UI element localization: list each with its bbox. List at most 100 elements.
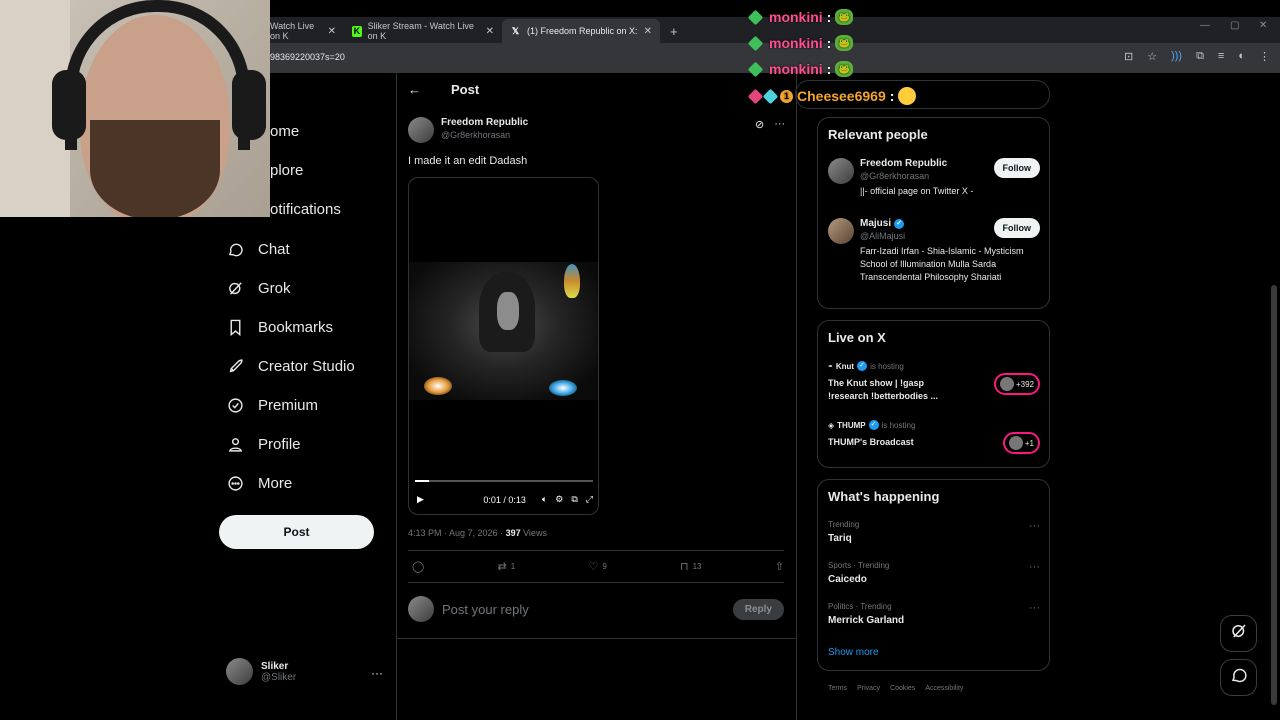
- footer-link[interactable]: Terms: [828, 685, 847, 692]
- progress-fill: [415, 480, 429, 482]
- verified-icon: ✓: [857, 361, 868, 371]
- nav-bookmarks[interactable]: Bookmarks: [226, 318, 333, 336]
- person-name: Freedom Republic: [860, 158, 948, 169]
- person-bio: Farr-Izadi Irfan - Shia-Islamic - Mystic…: [860, 246, 1024, 282]
- nav-notifications[interactable]: otifications: [270, 201, 341, 218]
- more-dots-icon[interactable]: ···: [371, 666, 383, 680]
- post-author[interactable]: Freedom Republic @Gr8erkhorasan: [408, 117, 528, 143]
- page-title: Post: [451, 82, 480, 97]
- host-name: Knut: [835, 361, 855, 371]
- person-row[interactable]: Majusi ✓ @AliMajusi Farr-Izadi Irfan - Sh…: [828, 218, 1040, 284]
- avatar: [999, 377, 1014, 391]
- star-icon[interactable]: ☆: [1147, 50, 1157, 63]
- gem-badge-icon: [747, 61, 764, 77]
- close-window-icon[interactable]: ✕: [1259, 20, 1267, 31]
- browser-tab-x[interactable]: 𝕏 (1) Freedom Republic on X: "@A ✕: [502, 19, 660, 43]
- nav-explore[interactable]: plore: [270, 162, 303, 179]
- account-switcher[interactable]: Sliker @Sliker: [226, 658, 296, 685]
- extension-audio-icon[interactable]: ))): [1171, 50, 1182, 63]
- play-icon[interactable]: ▶: [417, 494, 424, 505]
- author-name[interactable]: Freedom Republic: [441, 117, 528, 128]
- trend-item[interactable]: Trending Tariq ···: [828, 520, 1040, 544]
- install-icon[interactable]: ⊡: [1124, 50, 1133, 63]
- like-count: 9: [602, 562, 607, 571]
- nav-grok[interactable]: Grok: [226, 279, 291, 297]
- volume-icon[interactable]: 🔈︎: [542, 494, 547, 505]
- new-tab-button[interactable]: +: [662, 19, 686, 43]
- listener-count-pill: +1: [1002, 432, 1040, 454]
- chat-message: monkini : 🐸: [747, 61, 854, 77]
- back-arrow-icon[interactable]: ←: [408, 82, 421, 97]
- reply-icon: ◯: [412, 561, 425, 573]
- chat-username: monkini: [769, 9, 823, 25]
- close-icon[interactable]: ✕: [644, 26, 652, 37]
- video-progress-bar[interactable]: [415, 480, 593, 482]
- scrollbar[interactable]: [1271, 285, 1277, 705]
- footer-link[interactable]: Privacy: [857, 685, 880, 692]
- grok-fab[interactable]: [1220, 615, 1257, 652]
- more-dots-icon[interactable]: ···: [774, 118, 785, 131]
- sub-badge: 1: [780, 89, 793, 103]
- fullscreen-icon[interactable]: ⤢: [586, 494, 593, 505]
- nav-profile[interactable]: Profile: [226, 435, 301, 453]
- toolbar-icons: ⊡ ☆ ))) ⧉ ≡ ◐ ⋮: [1124, 50, 1270, 63]
- live-item[interactable]: ◈ THUMP ✓ is hosting THUMP's Broadcast +1: [828, 420, 1040, 454]
- minimize-icon[interactable]: —: [1200, 20, 1210, 31]
- grok-icon[interactable]: ⊘: [755, 118, 764, 131]
- trend-topic: Caicedo: [828, 574, 867, 585]
- avatar: [226, 658, 253, 685]
- author-handle[interactable]: @Gr8erkhorasan: [441, 130, 528, 140]
- puzzle-icon[interactable]: ⧉: [1196, 50, 1204, 63]
- post-timestamp[interactable]: 4:13 PM · Aug 7, 2026 ·: [408, 528, 506, 538]
- pip-icon[interactable]: ⧉: [571, 494, 577, 505]
- webcam-overlay: [0, 0, 270, 217]
- reply-button[interactable]: Reply: [732, 598, 784, 620]
- card-title: Live on X: [828, 330, 886, 345]
- nav-premium[interactable]: Premium: [226, 396, 318, 414]
- repost-action[interactable]: ⇄ 1: [498, 560, 516, 573]
- more-circle-icon: [226, 474, 244, 492]
- more-dots-icon[interactable]: ···: [1029, 561, 1040, 573]
- close-icon[interactable]: ✕: [328, 26, 336, 37]
- browser-tab-kick-1[interactable]: Watch Live on K ✕: [262, 19, 344, 43]
- nav-creator-studio[interactable]: Creator Studio: [226, 357, 355, 375]
- nav-label: More: [258, 474, 293, 492]
- follow-button[interactable]: Follow: [993, 218, 1040, 238]
- nav-label: plore: [270, 162, 304, 179]
- reading-list-icon[interactable]: ≡: [1218, 50, 1224, 63]
- share-action[interactable]: ⇧: [775, 560, 784, 573]
- hosting-label: is hosting: [881, 420, 916, 430]
- messages-fab[interactable]: [1220, 659, 1257, 696]
- nav-home[interactable]: ome: [270, 123, 299, 140]
- person-row[interactable]: Freedom Republic @Gr8erkhorasan ||- offi…: [828, 158, 1040, 198]
- more-dots-icon[interactable]: ···: [1029, 602, 1040, 614]
- more-dots-icon[interactable]: ···: [1029, 520, 1040, 532]
- bookmark-action[interactable]: ⊓ 13: [680, 560, 702, 573]
- plus-icon: +: [670, 23, 678, 39]
- nav-more[interactable]: More: [226, 474, 292, 492]
- live-item[interactable]: ◓ Knut ✓ is hosting The Knut show | !gasp !…: [828, 361, 1040, 403]
- video-player[interactable]: ▶ 0:01 / 0:13 🔈︎ ⚙︎ ⧉ ⤢: [408, 177, 599, 515]
- reply-input[interactable]: [442, 601, 725, 617]
- profile-icon[interactable]: ◐: [1238, 50, 1245, 63]
- maximize-icon[interactable]: ▢: [1230, 20, 1239, 31]
- post-button[interactable]: Post: [219, 515, 374, 549]
- verified-icon: ✓: [894, 218, 905, 229]
- like-action[interactable]: ♡ 9: [588, 560, 606, 573]
- trend-item[interactable]: Politics · Trending Merrick Garland ···: [828, 602, 1040, 626]
- footer-link[interactable]: Cookies: [890, 685, 915, 692]
- browser-tab-kick-2[interactable]: K Sliker Stream - Watch Live on K ✕: [344, 19, 502, 43]
- follow-button[interactable]: Follow: [993, 158, 1040, 178]
- show-more-link[interactable]: Show more: [828, 647, 879, 658]
- chat-separator: :: [826, 35, 832, 51]
- settings-icon[interactable]: ⚙︎: [555, 494, 563, 505]
- footer-link[interactable]: Accessibility: [925, 685, 963, 692]
- url-field[interactable]: 98369220037s=20: [270, 52, 345, 62]
- menu-dots-icon[interactable]: ⋮: [1259, 50, 1270, 63]
- nav-chat[interactable]: Chat: [226, 240, 290, 258]
- listener-count: +392: [1015, 379, 1034, 389]
- reply-action[interactable]: ◯: [412, 560, 424, 573]
- trend-item[interactable]: Sports · Trending Caicedo ···: [828, 561, 1040, 585]
- close-icon[interactable]: ✕: [486, 26, 494, 37]
- chat-username: monkini: [769, 35, 823, 51]
